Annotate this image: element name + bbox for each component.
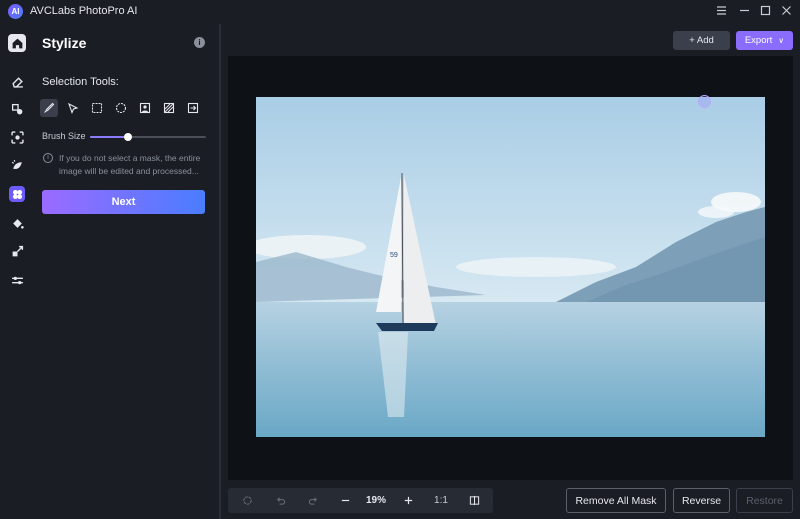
feature-sidebar <box>0 24 34 519</box>
zoom-level: 19% <box>365 495 386 506</box>
top-toolbar: + Add Export ∨ <box>221 24 800 54</box>
sailboat-image: 59 <box>256 97 765 437</box>
chevron-down-icon: ∨ <box>778 36 785 45</box>
resize-icon[interactable] <box>9 243 25 259</box>
stylize-icon[interactable] <box>9 186 25 202</box>
hint-info-icon: i <box>43 153 53 163</box>
brush-size-slider[interactable] <box>90 133 206 141</box>
reverse-button[interactable]: Reverse <box>673 488 730 513</box>
info-icon[interactable]: i <box>194 37 205 48</box>
app-title: AVCLabs PhotoPro AI <box>30 5 138 17</box>
background-icon[interactable] <box>9 129 25 145</box>
sliders-icon[interactable] <box>9 272 25 288</box>
actual-size-button[interactable]: 1:1 <box>430 488 452 513</box>
replace-icon[interactable] <box>9 101 25 117</box>
brush-size-label: Brush Size <box>42 131 86 141</box>
brush-cursor <box>698 95 711 108</box>
enhance-icon[interactable] <box>9 157 25 173</box>
reset-icon[interactable] <box>238 488 256 513</box>
ellipse-select-icon[interactable] <box>112 99 130 117</box>
stylize-panel: Stylize i Selection Tools: Brush Size i … <box>34 24 219 519</box>
import-mask-icon[interactable] <box>184 99 202 117</box>
hamburger-icon[interactable] <box>712 3 730 21</box>
remove-all-mask-button[interactable]: Remove All Mask <box>566 488 666 513</box>
undo-icon[interactable] <box>271 488 289 513</box>
export-button[interactable]: Export ∨ <box>736 31 793 50</box>
next-button[interactable]: Next <box>42 190 205 214</box>
app-logo: AI <box>8 4 23 19</box>
zoom-out-icon[interactable] <box>336 488 354 513</box>
export-label: Export <box>744 35 773 46</box>
svg-text:59: 59 <box>390 252 398 259</box>
restore-button[interactable]: Restore <box>736 488 793 513</box>
maximize-icon[interactable] <box>756 3 774 21</box>
photo-preview[interactable]: 59 <box>256 97 765 437</box>
close-icon[interactable] <box>777 3 795 21</box>
brush-size-fill <box>90 136 129 138</box>
lasso-icon[interactable] <box>64 99 82 117</box>
minimize-icon[interactable] <box>735 3 753 21</box>
view-toolbar: 19% 1:1 <box>228 488 493 513</box>
brush-size-thumb[interactable] <box>124 133 133 141</box>
zoom-in-icon[interactable] <box>399 488 417 513</box>
add-button[interactable]: + Add <box>673 31 730 50</box>
invert-select-icon[interactable] <box>160 99 178 117</box>
brush-icon[interactable] <box>40 99 58 117</box>
selection-tools-label: Selection Tools: <box>42 76 119 88</box>
panel-title: Stylize <box>42 35 87 51</box>
eraser-icon[interactable] <box>9 73 25 89</box>
mask-hint-text: If you do not select a mask, the entire … <box>59 153 201 176</box>
home-icon[interactable] <box>8 34 26 52</box>
person-select-icon[interactable] <box>136 99 154 117</box>
title-bar: AI AVCLabs PhotoPro AI <box>0 0 800 24</box>
compare-icon[interactable] <box>465 488 483 513</box>
redo-icon[interactable] <box>304 488 322 513</box>
bucket-icon[interactable] <box>9 215 25 231</box>
rectangle-select-icon[interactable] <box>88 99 106 117</box>
panel-divider <box>219 24 221 519</box>
